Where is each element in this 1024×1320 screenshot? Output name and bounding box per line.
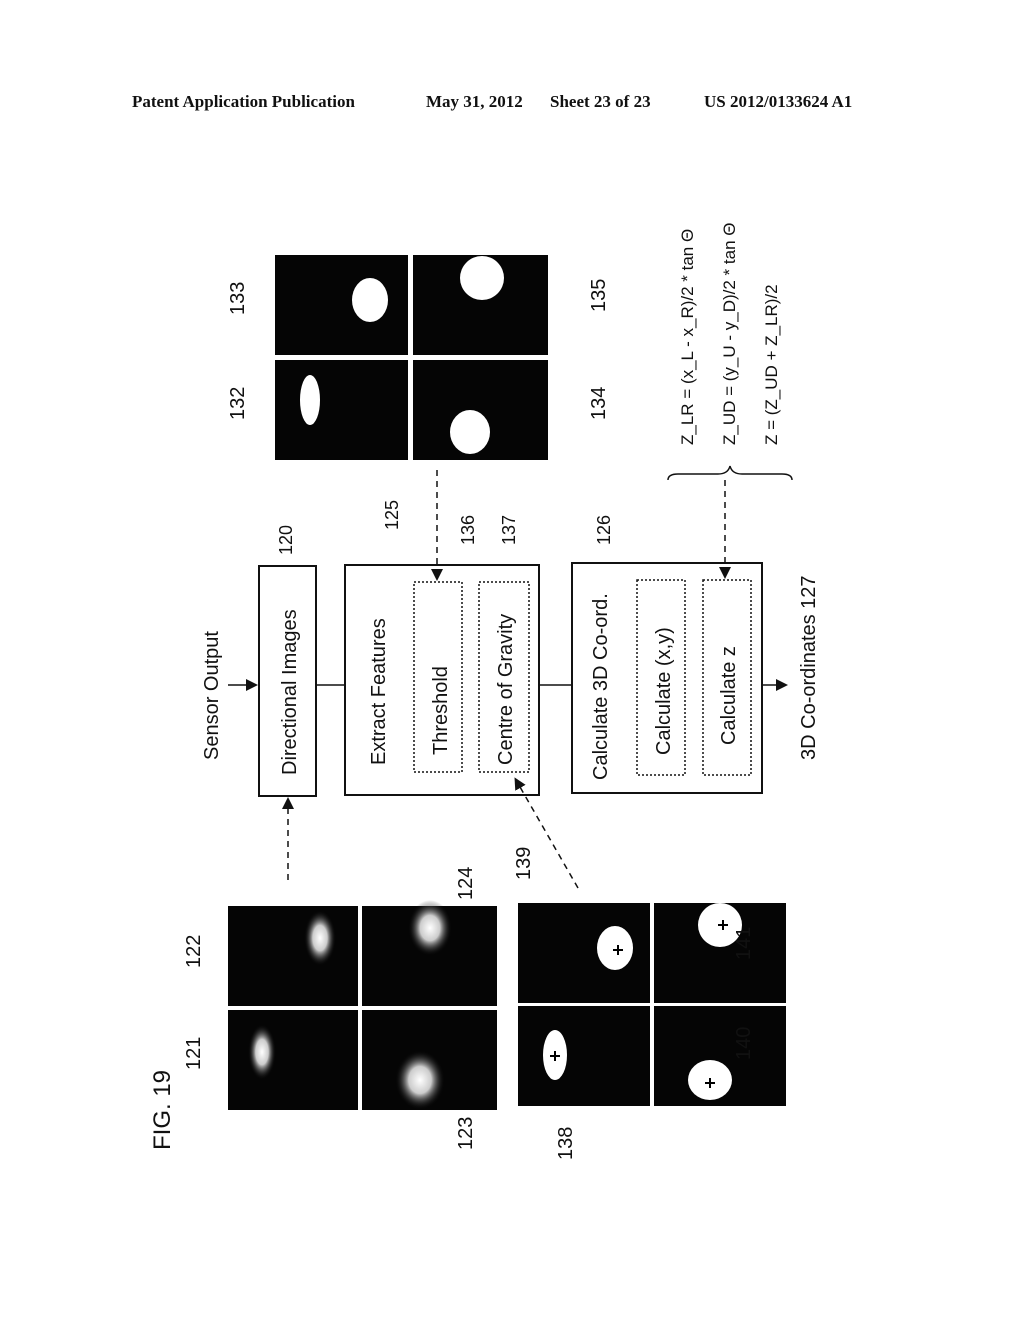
figure-19: FIG. 19 121 122 123 124 138 139 140 141: [149, 223, 820, 1160]
threshold-image-133: [275, 255, 408, 355]
raw-image-121: [228, 1010, 358, 1110]
svg-text:Calculate (x,y): Calculate (x,y): [653, 627, 675, 755]
output-label: 3D Co-ordinates 127: [798, 575, 820, 760]
ref-141: 141: [733, 927, 755, 960]
ref-122: 122: [183, 935, 205, 968]
ref-136: 136: [458, 515, 478, 545]
threshold-image-grid: [275, 255, 548, 460]
ref-121: 121: [183, 1037, 205, 1070]
extract-features-block: Extract Features Threshold Centre of Gra…: [344, 564, 540, 796]
svg-text:Threshold: Threshold: [430, 666, 452, 755]
figure-title: FIG. 19: [149, 1070, 176, 1150]
ref-126: 126: [594, 515, 614, 545]
svg-text:Calculate 3D Co-ord.: Calculate 3D Co-ord.: [590, 593, 612, 780]
ref-137: 137: [499, 515, 519, 545]
equation-z: Z = (Z_UD + Z_LR)/2: [762, 284, 781, 445]
ref-138: 138: [555, 1127, 577, 1160]
ref-123: 123: [455, 1117, 477, 1150]
cog-image-138: [518, 1006, 650, 1106]
raw-image-grid: [228, 900, 497, 1110]
ref-139: 139: [513, 847, 535, 880]
ref-135: 135: [588, 279, 610, 312]
ref-140: 140: [733, 1027, 755, 1060]
ref-125: 125: [382, 500, 402, 530]
directional-images-block: Directional Images: [258, 565, 317, 797]
raw-image-122: [228, 906, 358, 1006]
ref-133: 133: [227, 282, 249, 315]
ref-132: 132: [227, 387, 249, 420]
svg-text:Extract Features: Extract Features: [368, 618, 390, 765]
ref-134: 134: [588, 387, 610, 420]
ref-120: 120: [276, 525, 296, 555]
threshold-image-132: [275, 360, 408, 460]
equation-zud: Z_UD = (y_U - y_D)/2 * tan Θ: [720, 223, 739, 445]
sensor-output-label: Sensor Output: [201, 631, 223, 760]
svg-text:Centre of Gravity: Centre of Gravity: [495, 614, 517, 765]
equation-zlr: Z_LR = (x_L - x_R)/2 * tan Θ: [678, 229, 697, 445]
svg-text:Calculate z: Calculate z: [718, 646, 740, 745]
calculate-3d-block: Calculate 3D Co-ord. Calculate (x,y) Cal…: [571, 562, 763, 794]
svg-text:Directional Images: Directional Images: [279, 609, 301, 775]
ref-124: 124: [455, 867, 477, 900]
